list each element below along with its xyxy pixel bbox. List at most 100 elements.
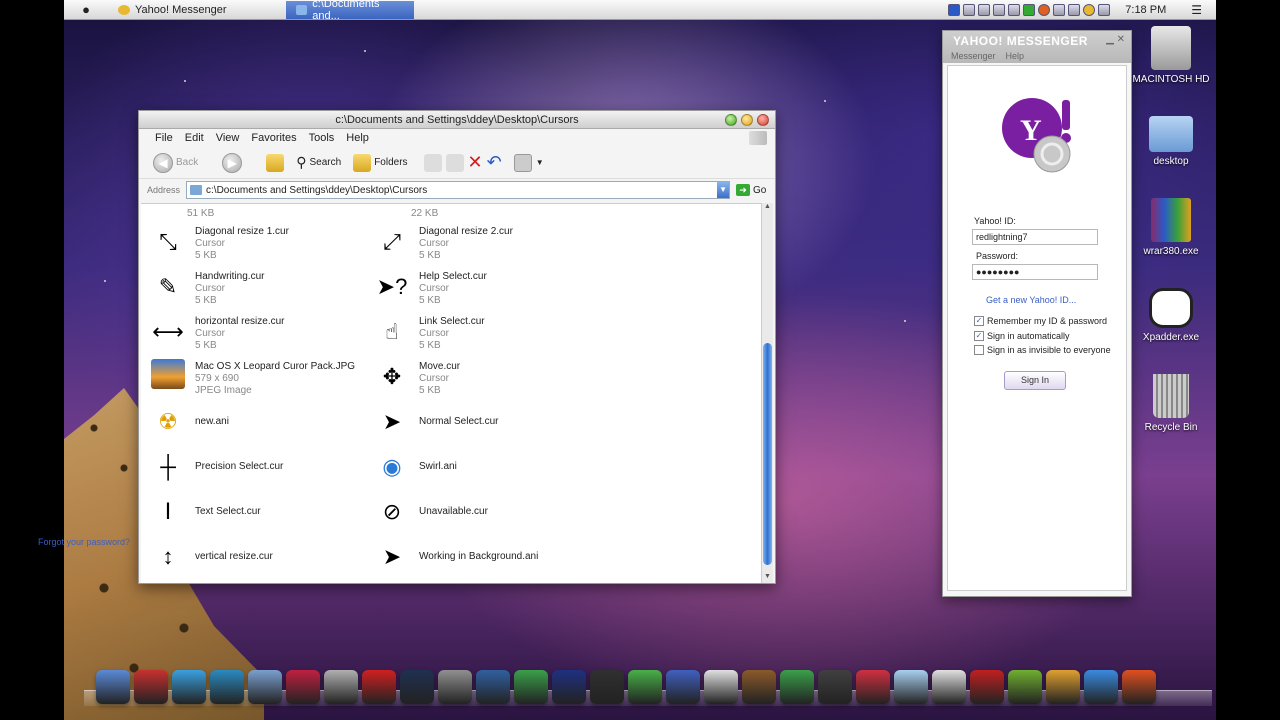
sign-in-button[interactable]: Sign In — [1004, 371, 1066, 390]
desktop-icon-recycle-bin[interactable]: Recycle Bin — [1127, 374, 1215, 433]
menu-messenger[interactable]: Messenger — [951, 51, 996, 61]
tray-display-icon[interactable] — [1008, 3, 1021, 16]
search-button[interactable]: ⚲ Search — [292, 152, 345, 173]
file-item[interactable]: ☝ Link Select.cur Cursor 5 KB — [375, 314, 484, 352]
dock-app-icon[interactable] — [438, 670, 472, 704]
dock-app-icon[interactable] — [1008, 670, 1042, 704]
taskbar-tab-explorer[interactable]: c:\Documents and... — [286, 0, 414, 22]
tray-firefox-icon[interactable] — [1038, 3, 1051, 16]
file-item[interactable]: ⤢ Diagonal resize 2.cur Cursor 5 KB — [375, 224, 513, 262]
dock-app-icon[interactable] — [818, 670, 852, 704]
dock-app-icon[interactable] — [134, 670, 168, 704]
yahoo-id-input[interactable]: redlightning7 — [972, 229, 1098, 245]
remember-checkbox-row[interactable]: ✓ Remember my ID & password — [974, 316, 1107, 326]
close-button[interactable] — [757, 114, 769, 126]
file-item[interactable]: ➤ Normal Select.cur — [375, 404, 499, 440]
dock-app-icon[interactable] — [742, 670, 776, 704]
file-item[interactable]: ◉ Swirl.ani — [375, 449, 456, 485]
dock-app-icon[interactable] — [362, 670, 396, 704]
dock-app-icon[interactable] — [248, 670, 282, 704]
file-item[interactable]: ✎ Handwriting.cur Cursor 5 KB — [151, 269, 265, 307]
tray-vs-icon[interactable] — [1098, 3, 1111, 16]
copy-to-icon[interactable] — [445, 153, 464, 172]
taskbar-tab-yahoo-messenger[interactable]: Yahoo! Messenger — [108, 1, 286, 19]
minimize-button[interactable] — [741, 114, 753, 126]
undo-icon[interactable]: ↶ — [487, 152, 502, 173]
dock-app-icon[interactable] — [894, 670, 928, 704]
invisible-checkbox-row[interactable]: Sign in as invisible to everyone — [974, 345, 1111, 355]
dock-app-icon[interactable] — [590, 670, 624, 704]
dock-app-icon[interactable] — [1122, 670, 1156, 704]
file-item[interactable]: ➤ Working in Background.ani — [375, 539, 539, 575]
dock-app-icon[interactable] — [932, 670, 966, 704]
desktop-icon-xpadder[interactable]: Xpadder.exe — [1127, 288, 1215, 343]
remember-checkbox[interactable]: ✓ — [974, 316, 984, 326]
menu-edit[interactable]: Edit — [179, 132, 210, 144]
tray-volume-icon[interactable] — [1068, 3, 1081, 16]
dock-app-icon[interactable] — [210, 670, 244, 704]
auto-signin-checkbox[interactable]: ✓ — [974, 331, 984, 341]
scroll-thumb[interactable] — [763, 343, 772, 565]
dock-app-icon[interactable] — [704, 670, 738, 704]
scroll-down-icon[interactable]: ▼ — [762, 573, 773, 583]
yahoo-titlebar[interactable]: YAHOO! MESSENGER ▁ ✕ Messenger Help — [943, 31, 1131, 63]
vertical-scrollbar[interactable]: ▲ ▼ — [761, 203, 773, 583]
menu-help[interactable]: Help — [1006, 51, 1025, 61]
menu-tools[interactable]: Tools — [303, 132, 341, 144]
password-input[interactable]: ●●●●●●●● — [972, 264, 1098, 280]
file-item[interactable]: ✥ Move.cur Cursor 5 KB — [375, 359, 460, 397]
dock-app-icon[interactable] — [666, 670, 700, 704]
auto-signin-checkbox-row[interactable]: ✓ Sign in automatically — [974, 331, 1070, 341]
dock-app-icon[interactable] — [1084, 670, 1118, 704]
address-dropdown-icon[interactable]: ▼ — [717, 182, 730, 198]
forward-button[interactable]: ▶ — [218, 151, 246, 175]
forgot-password-link[interactable]: Forgot your password? — [38, 537, 130, 547]
move-to-icon[interactable] — [423, 153, 442, 172]
go-button[interactable]: ➜ Go — [736, 184, 766, 196]
dock-app-icon[interactable] — [970, 670, 1004, 704]
up-folder-button[interactable] — [262, 152, 288, 174]
list-menu-icon[interactable]: ☰ — [1191, 3, 1202, 17]
dock-app-icon[interactable] — [286, 670, 320, 704]
tray-window-icon[interactable] — [963, 3, 976, 16]
clock[interactable]: 7:18 PM — [1125, 4, 1166, 16]
desktop-icon-macintosh-hd[interactable]: MACINTOSH HD — [1127, 26, 1215, 85]
tray-battery-icon[interactable] — [993, 3, 1006, 16]
dock-app-icon[interactable] — [628, 670, 662, 704]
desktop-icon-wrar[interactable]: wrar380.exe — [1127, 198, 1215, 257]
dock-app-icon[interactable] — [476, 670, 510, 704]
dock-app-icon[interactable] — [96, 670, 130, 704]
file-item[interactable]: Mac OS X Leopard Curor Pack.JPG 579 x 690… — [151, 359, 355, 397]
dock-app-icon[interactable] — [324, 670, 358, 704]
tray-plus-icon[interactable] — [948, 3, 961, 16]
get-new-id-link[interactable]: Get a new Yahoo! ID... — [986, 295, 1076, 305]
file-item[interactable]: ☢ new.ani — [151, 404, 229, 440]
menu-help[interactable]: Help — [340, 132, 375, 144]
menu-file[interactable]: File — [149, 132, 179, 144]
window-controls-icon[interactable]: ▁ ✕ — [1106, 34, 1125, 45]
menu-favorites[interactable]: Favorites — [245, 132, 302, 144]
dock-app-icon[interactable] — [1046, 670, 1080, 704]
tray-network-icon[interactable] — [978, 3, 991, 16]
file-item[interactable]: ⤡ Diagonal resize 1.cur Cursor 5 KB — [151, 224, 289, 262]
views-dropdown-icon[interactable]: ▼ — [536, 158, 544, 167]
window-titlebar[interactable]: c:\Documents and Settings\ddey\Desktop\C… — [139, 111, 775, 129]
dock-app-icon[interactable] — [172, 670, 206, 704]
maximize-button[interactable] — [725, 114, 737, 126]
file-item[interactable]: ┼ Precision Select.cur — [151, 449, 283, 485]
dock-app-icon[interactable] — [780, 670, 814, 704]
file-item[interactable]: ➤? Help Select.cur Cursor 5 KB — [375, 269, 487, 307]
menu-view[interactable]: View — [210, 132, 246, 144]
views-icon[interactable] — [513, 153, 532, 172]
tray-shield-icon[interactable] — [1053, 3, 1066, 16]
dock-app-icon[interactable] — [400, 670, 434, 704]
dock-app-icon[interactable] — [856, 670, 890, 704]
delete-icon[interactable]: ✕ — [468, 152, 483, 173]
dock-app-icon[interactable] — [552, 670, 586, 704]
file-item[interactable]: ⊘ Unavailable.cur — [375, 494, 488, 530]
dock-app-icon[interactable] — [514, 670, 548, 704]
desktop-icon-desktop[interactable]: desktop — [1127, 116, 1215, 167]
folders-button[interactable]: Folders — [349, 152, 411, 174]
address-input[interactable]: c:\Documents and Settings\ddey\Desktop\C… — [186, 181, 731, 199]
invisible-checkbox[interactable] — [974, 345, 984, 355]
